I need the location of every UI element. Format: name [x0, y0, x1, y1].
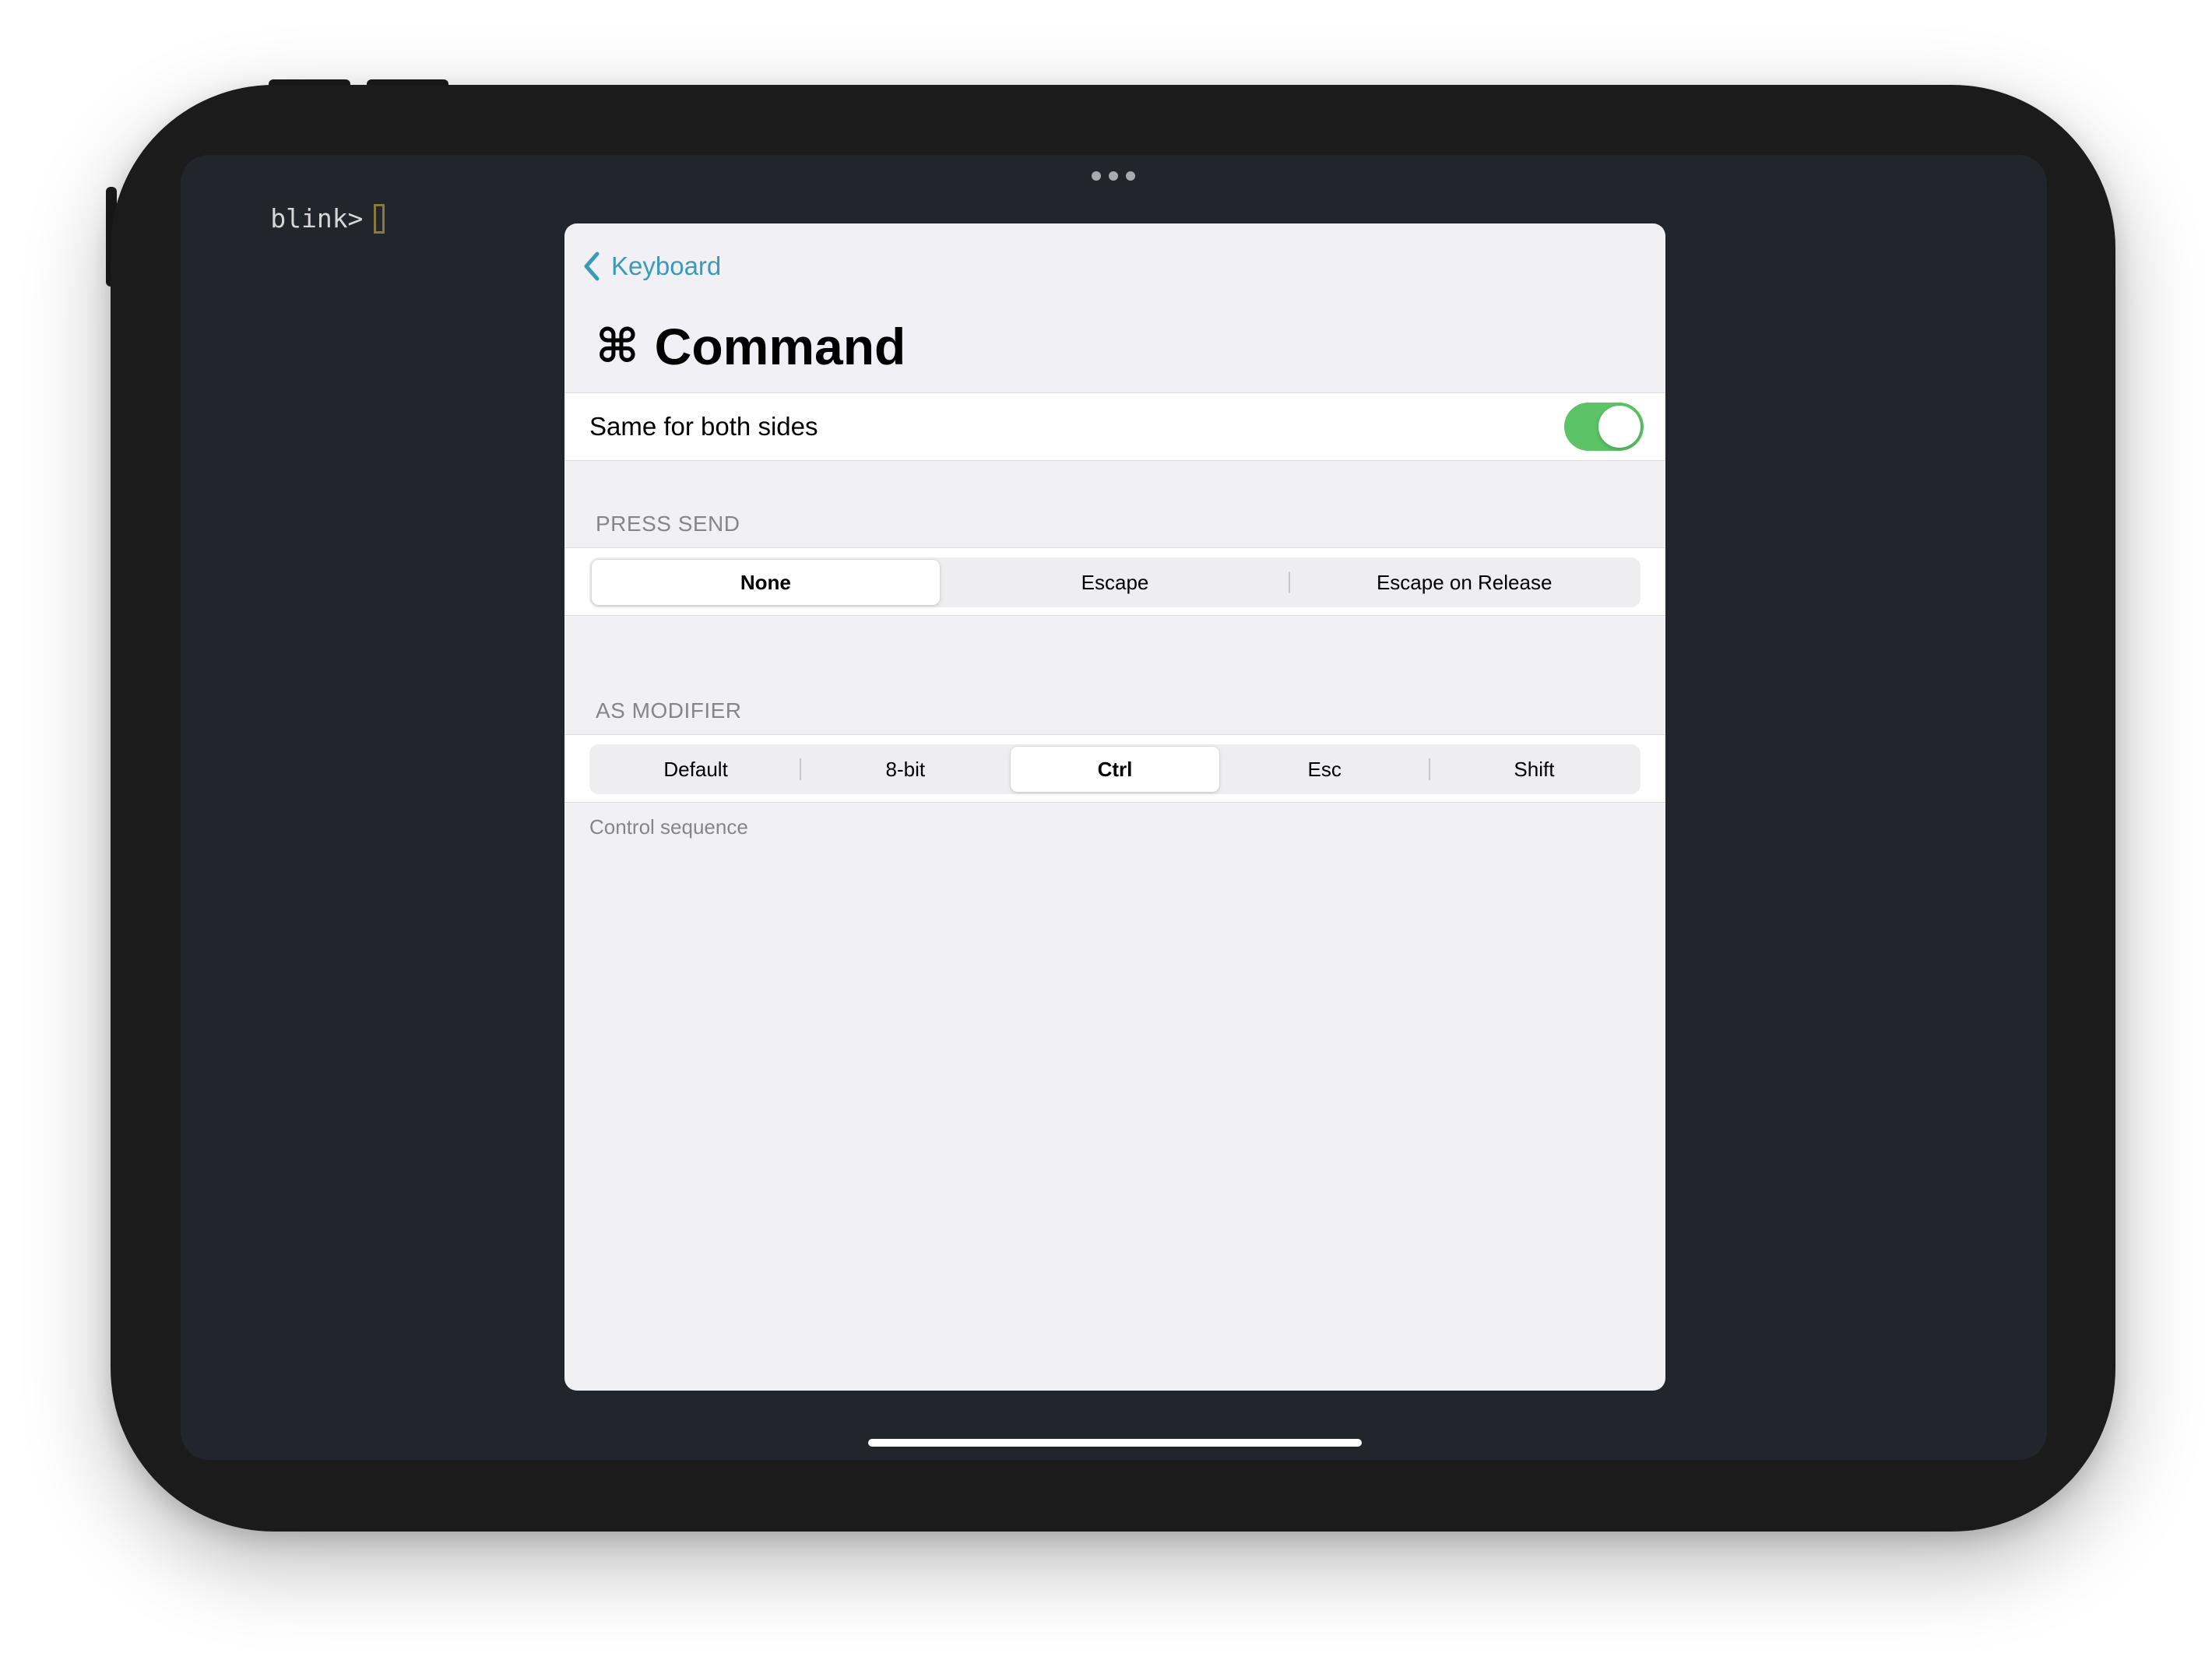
press-send-segmented-control: None Escape Escape on Release: [589, 557, 1641, 607]
press-send-header: PRESS SEND: [596, 512, 740, 536]
as-modifier-footer: Control sequence: [589, 815, 748, 839]
more-icon[interactable]: [1092, 171, 1135, 181]
as-modifier-segmented-control: Default 8-bit Ctrl Esc Shift: [589, 744, 1641, 794]
same-for-both-sides-toggle[interactable]: [1564, 403, 1644, 451]
home-indicator[interactable]: [868, 1439, 1362, 1447]
as-modifier-header: AS MODIFIER: [596, 698, 742, 723]
prompt-text: blink>: [270, 202, 364, 234]
press-send-option-escape[interactable]: Escape: [941, 560, 1289, 605]
terminal-screen[interactable]: blink> Keyboard ⌘ Command Same for both …: [181, 155, 2047, 1460]
settings-sheet: Keyboard ⌘ Command Same for both sides P…: [564, 223, 1665, 1391]
page-title: ⌘ Command: [596, 315, 906, 378]
as-modifier-option-esc[interactable]: Esc: [1221, 747, 1429, 792]
terminal-prompt: blink>: [181, 161, 385, 234]
as-modifier-option-ctrl[interactable]: Ctrl: [1011, 747, 1219, 792]
command-key-icon: ⌘: [596, 319, 639, 374]
as-modifier-option-default[interactable]: Default: [592, 747, 800, 792]
as-modifier-row: Default 8-bit Ctrl Esc Shift: [564, 734, 1665, 803]
chevron-left-icon: [584, 251, 600, 281]
same-for-both-sides-row: Same for both sides: [564, 392, 1665, 461]
screenshot-stage: blink> Keyboard ⌘ Command Same for both …: [0, 0, 2212, 1667]
press-send-option-escape-on-release[interactable]: Escape on Release: [1290, 560, 1638, 605]
as-modifier-option-8-bit[interactable]: 8-bit: [801, 747, 1009, 792]
toggle-knob: [1598, 406, 1641, 448]
same-for-both-sides-label: Same for both sides: [589, 412, 818, 441]
page-title-text: Command: [654, 318, 906, 375]
press-send-option-none[interactable]: None: [592, 560, 940, 605]
terminal-cursor: [374, 203, 385, 234]
press-send-row: None Escape Escape on Release: [564, 547, 1665, 616]
back-button[interactable]: Keyboard: [583, 248, 721, 284]
as-modifier-option-shift[interactable]: Shift: [1430, 747, 1638, 792]
back-label: Keyboard: [611, 251, 722, 280]
